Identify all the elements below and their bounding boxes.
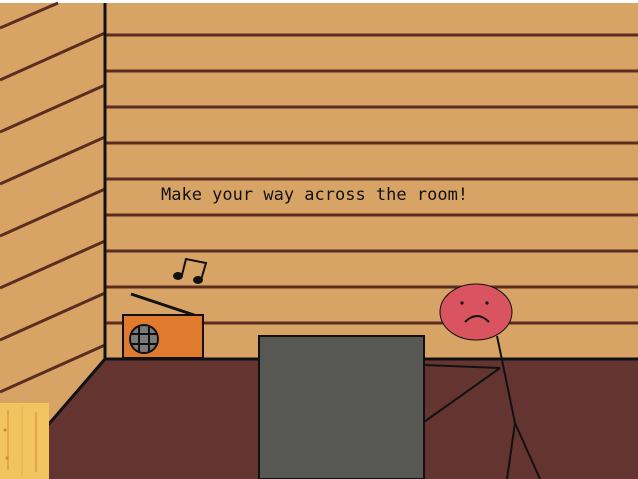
table[interactable] [258, 335, 425, 479]
instruction-text: Make your way across the room! [161, 185, 469, 205]
wooden-door[interactable] [0, 403, 49, 479]
radio-speaker [129, 324, 159, 354]
character-right-eye [485, 301, 489, 305]
back-wall [105, 3, 638, 359]
character-head [439, 283, 513, 341]
character-left-eye [460, 301, 464, 305]
room-scene [0, 1, 638, 479]
